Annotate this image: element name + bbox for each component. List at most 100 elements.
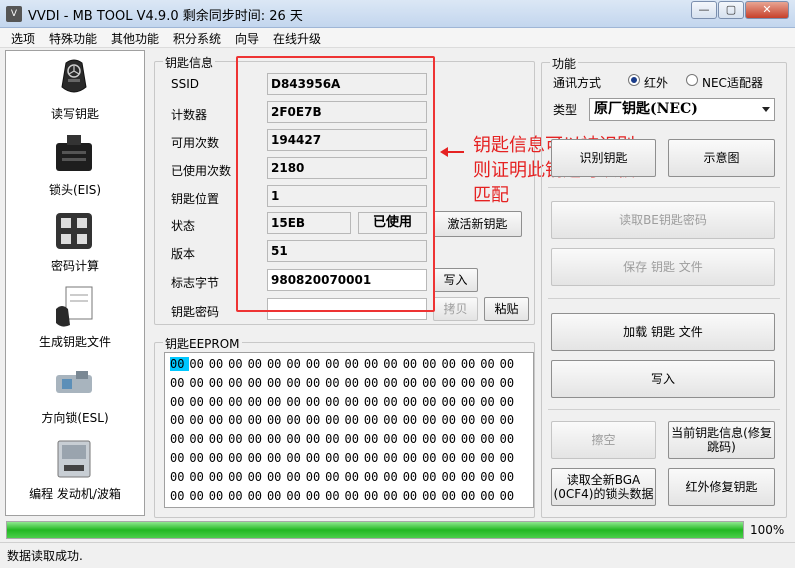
eeprom-byte[interactable]: 00: [403, 413, 422, 427]
activate-new-key-button[interactable]: 激活新钥匙: [433, 211, 522, 237]
ir-repair-key-button[interactable]: 红外修复钥匙: [668, 468, 775, 506]
eeprom-byte[interactable]: 00: [228, 376, 247, 390]
eeprom-byte[interactable]: 00: [267, 470, 286, 484]
diagram-button[interactable]: 示意图: [668, 139, 775, 177]
eeprom-byte[interactable]: 00: [403, 470, 422, 484]
eeprom-byte[interactable]: 00: [228, 413, 247, 427]
eeprom-byte[interactable]: 00: [383, 357, 402, 371]
eeprom-byte[interactable]: 00: [422, 432, 441, 446]
sidebar-item-eis[interactable]: 锁头(EIS): [6, 129, 144, 205]
eeprom-byte[interactable]: 00: [209, 470, 228, 484]
paste-button[interactable]: 粘贴: [484, 297, 529, 321]
eeprom-byte[interactable]: 00: [306, 413, 325, 427]
eeprom-hex-grid[interactable]: 00 00 00 00 00 00 00 00 00 00 00 00 00 00 00 00 00 00 00 00…: [164, 352, 534, 508]
eeprom-byte[interactable]: 00: [189, 376, 208, 390]
eeprom-byte[interactable]: 00: [228, 432, 247, 446]
copy-button[interactable]: 拷贝: [433, 297, 478, 321]
eeprom-byte[interactable]: 00: [461, 432, 480, 446]
eeprom-byte[interactable]: 00: [189, 413, 208, 427]
eeprom-byte[interactable]: 00: [286, 357, 305, 371]
eeprom-byte[interactable]: 00: [422, 376, 441, 390]
eeprom-byte[interactable]: 00: [345, 489, 364, 503]
radio-nec-adapter[interactable]: [686, 74, 698, 86]
eeprom-byte[interactable]: 00: [228, 395, 247, 409]
eeprom-byte[interactable]: 00: [267, 357, 286, 371]
eeprom-byte[interactable]: 00: [286, 376, 305, 390]
menu-other-functions[interactable]: 其他功能: [111, 30, 159, 47]
eeprom-byte[interactable]: 00: [306, 489, 325, 503]
eeprom-byte[interactable]: 00: [228, 489, 247, 503]
eeprom-byte[interactable]: 00: [306, 432, 325, 446]
eeprom-byte[interactable]: 00: [209, 376, 228, 390]
eeprom-byte[interactable]: 00: [306, 395, 325, 409]
eeprom-byte[interactable]: 00: [441, 413, 460, 427]
menu-wizard[interactable]: 向导: [235, 30, 259, 47]
eeprom-byte[interactable]: 00: [325, 413, 344, 427]
eeprom-byte[interactable]: 00: [248, 470, 267, 484]
eeprom-byte[interactable]: 00: [461, 489, 480, 503]
eeprom-byte[interactable]: 00: [170, 489, 189, 503]
eeprom-byte[interactable]: 00: [189, 357, 208, 371]
eeprom-byte[interactable]: 00: [325, 376, 344, 390]
eeprom-byte[interactable]: 00: [170, 451, 189, 465]
eeprom-byte[interactable]: 00: [189, 470, 208, 484]
eeprom-byte[interactable]: 00: [500, 470, 519, 484]
eeprom-byte[interactable]: 00: [345, 357, 364, 371]
eeprom-byte[interactable]: 00: [364, 413, 383, 427]
eeprom-byte[interactable]: 00: [441, 376, 460, 390]
eeprom-byte[interactable]: 00: [383, 451, 402, 465]
eeprom-byte[interactable]: 00: [189, 395, 208, 409]
eeprom-byte[interactable]: 00: [383, 376, 402, 390]
eeprom-byte[interactable]: 00: [364, 395, 383, 409]
eeprom-byte[interactable]: 00: [170, 376, 189, 390]
eeprom-byte[interactable]: 00: [461, 395, 480, 409]
eeprom-byte[interactable]: 00: [422, 470, 441, 484]
eeprom-byte[interactable]: 00: [306, 470, 325, 484]
eeprom-byte[interactable]: 00: [306, 451, 325, 465]
eeprom-byte[interactable]: 00: [383, 395, 402, 409]
eeprom-byte[interactable]: 00: [325, 432, 344, 446]
eeprom-byte[interactable]: 00: [267, 432, 286, 446]
eeprom-byte[interactable]: 00: [286, 489, 305, 503]
eeprom-byte[interactable]: 00: [170, 395, 189, 409]
eeprom-byte[interactable]: 00: [228, 470, 247, 484]
eeprom-byte[interactable]: 00: [286, 470, 305, 484]
key-type-select[interactable]: 原厂钥匙(NEC): [589, 98, 775, 121]
eeprom-byte[interactable]: 00: [345, 432, 364, 446]
eeprom-byte[interactable]: 00: [461, 357, 480, 371]
eeprom-byte[interactable]: 00: [364, 376, 383, 390]
eeprom-byte[interactable]: 00: [364, 357, 383, 371]
eeprom-byte[interactable]: 00: [461, 470, 480, 484]
read-bga-eis-data-button[interactable]: 读取全新BGA (0CF4)的锁头数据: [551, 468, 656, 506]
eeprom-byte[interactable]: 00: [267, 376, 286, 390]
eeprom-byte[interactable]: 00: [500, 451, 519, 465]
eeprom-byte[interactable]: 00: [170, 432, 189, 446]
radio-ir[interactable]: [628, 74, 640, 86]
eeprom-byte[interactable]: 00: [248, 451, 267, 465]
eeprom-byte[interactable]: 00: [248, 395, 267, 409]
eeprom-byte[interactable]: 00: [364, 432, 383, 446]
eeprom-byte[interactable]: 00: [383, 413, 402, 427]
write-flag-button[interactable]: 写入: [433, 268, 478, 292]
eeprom-byte[interactable]: 00: [248, 432, 267, 446]
eeprom-byte[interactable]: 00: [441, 470, 460, 484]
eeprom-byte[interactable]: 00: [286, 451, 305, 465]
eeprom-byte[interactable]: 00: [325, 470, 344, 484]
sidebar-item-password-calc[interactable]: 密码计算: [6, 205, 144, 281]
eeprom-byte[interactable]: 00: [422, 489, 441, 503]
close-button[interactable]: ✕: [745, 1, 789, 19]
eeprom-byte[interactable]: 00: [364, 451, 383, 465]
eeprom-byte[interactable]: 00: [422, 413, 441, 427]
eeprom-byte[interactable]: 00: [209, 451, 228, 465]
write-key-button[interactable]: 写入: [551, 360, 775, 398]
minimize-button[interactable]: —: [691, 1, 717, 19]
eeprom-byte[interactable]: 00: [364, 489, 383, 503]
eeprom-byte[interactable]: 00: [480, 432, 499, 446]
save-key-file-button[interactable]: 保存 钥匙 文件: [551, 248, 775, 286]
eeprom-byte[interactable]: 00: [480, 376, 499, 390]
eeprom-byte[interactable]: 00: [422, 451, 441, 465]
eeprom-byte[interactable]: 00: [345, 413, 364, 427]
eeprom-byte[interactable]: 00: [500, 413, 519, 427]
eeprom-byte[interactable]: 00: [325, 357, 344, 371]
eeprom-byte[interactable]: 00: [345, 395, 364, 409]
